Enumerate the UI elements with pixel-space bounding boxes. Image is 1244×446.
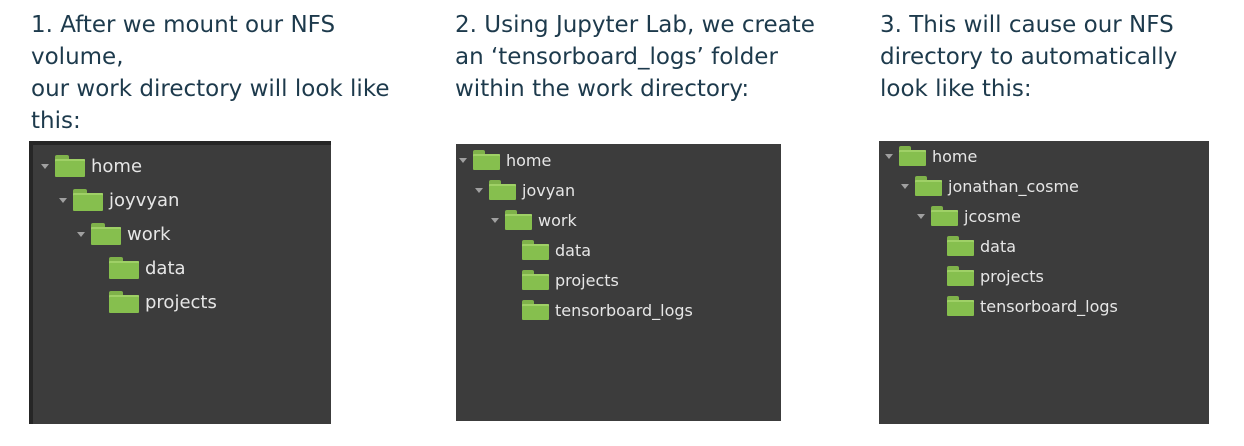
- caption-line: 2. Using Jupyter Lab, we create: [455, 12, 815, 38]
- caption-line: 3. This will cause our NFS: [880, 12, 1174, 38]
- file-tree-panel-2: home jovyan work data projects tensorboa…: [456, 144, 781, 421]
- tree-node-home[interactable]: home: [885, 143, 977, 169]
- tree-node-tensorboard-logs[interactable]: tensorboard_logs: [522, 297, 693, 323]
- folder-icon: [915, 176, 942, 196]
- tree-node-label: home: [932, 146, 978, 166]
- tree-node-label: home: [91, 155, 143, 177]
- folder-icon: [73, 189, 103, 211]
- tree-node-label: tensorboard_logs: [980, 296, 1118, 316]
- caption-line: an ‘tensorboard_logs’ folder: [455, 44, 778, 70]
- chevron-down-icon[interactable]: [59, 197, 67, 203]
- folder-icon: [522, 270, 549, 290]
- tree-node-label: jovyan: [522, 180, 576, 200]
- chevron-down-icon[interactable]: [491, 217, 499, 223]
- tree-node-data[interactable]: data: [109, 255, 186, 281]
- tree-node-label: data: [555, 240, 592, 260]
- tree-node-label: tensorboard_logs: [555, 300, 693, 320]
- tree-node-work[interactable]: work: [77, 221, 171, 247]
- caption-line: this:: [31, 108, 81, 134]
- step-1-caption: 1. After we mount our NFS volume, our wo…: [31, 9, 389, 137]
- chevron-down-icon[interactable]: [77, 231, 85, 237]
- tree-node-label: work: [538, 210, 577, 230]
- folder-icon: [473, 150, 500, 170]
- chevron-down-icon[interactable]: [901, 183, 909, 189]
- chevron-down-icon[interactable]: [885, 153, 893, 159]
- folder-icon: [522, 300, 549, 320]
- folder-icon: [109, 257, 139, 279]
- file-tree-panel-3: home jonathan_cosme jcosme data projects…: [879, 141, 1209, 424]
- tree-node-work[interactable]: jcosme: [917, 203, 1021, 229]
- folder-icon: [947, 296, 974, 316]
- step-2-caption: 2. Using Jupyter Lab, we create an ‘tens…: [455, 9, 815, 105]
- caption-line: 1. After we mount our NFS: [31, 12, 336, 38]
- folder-icon: [899, 146, 926, 166]
- caption-line: within the work directory:: [455, 76, 750, 102]
- folder-icon: [489, 180, 516, 200]
- step-3-caption: 3. This will cause our NFS directory to …: [880, 9, 1177, 105]
- tree-node-label: data: [980, 236, 1017, 256]
- caption-line: volume,: [31, 44, 124, 70]
- chevron-down-icon[interactable]: [475, 187, 483, 193]
- chevron-down-icon[interactable]: [917, 213, 925, 219]
- tree-node-data[interactable]: data: [522, 237, 591, 263]
- tree-node-home[interactable]: home: [459, 147, 551, 173]
- tree-node-projects[interactable]: projects: [109, 289, 217, 315]
- tree-node-user[interactable]: jonathan_cosme: [901, 173, 1079, 199]
- tree-node-projects[interactable]: projects: [522, 267, 619, 293]
- tree-node-tensorboard-logs[interactable]: tensorboard_logs: [947, 293, 1118, 319]
- tree-node-label: projects: [555, 270, 619, 290]
- tree-node-data[interactable]: data: [947, 233, 1016, 259]
- caption-line: directory to automatically: [880, 44, 1178, 70]
- folder-icon: [109, 291, 139, 313]
- folder-icon: [931, 206, 958, 226]
- caption-line: look like this:: [880, 76, 1032, 102]
- tree-node-label: data: [145, 257, 186, 279]
- chevron-down-icon[interactable]: [41, 163, 49, 169]
- tree-node-label: projects: [980, 266, 1044, 286]
- tree-node-label: jcosme: [964, 206, 1021, 226]
- file-tree-panel-1: home joyvyan work data projects: [29, 141, 331, 424]
- tree-node-label: joyvyan: [109, 189, 180, 211]
- folder-icon: [947, 236, 974, 256]
- tree-node-home[interactable]: home: [41, 153, 142, 179]
- folder-icon: [505, 210, 532, 230]
- tree-node-label: home: [506, 150, 552, 170]
- tree-node-projects[interactable]: projects: [947, 263, 1044, 289]
- tree-node-label: work: [127, 223, 171, 245]
- folder-icon: [522, 240, 549, 260]
- tree-node-work[interactable]: work: [491, 207, 577, 233]
- folder-icon: [91, 223, 121, 245]
- folder-icon: [947, 266, 974, 286]
- tree-node-user[interactable]: joyvyan: [59, 187, 179, 213]
- tree-node-user[interactable]: jovyan: [475, 177, 575, 203]
- tree-node-label: jonathan_cosme: [948, 176, 1079, 196]
- tree-node-label: projects: [145, 291, 217, 313]
- folder-icon: [55, 155, 85, 177]
- caption-line: our work directory will look like: [31, 76, 390, 102]
- chevron-down-icon[interactable]: [459, 157, 467, 163]
